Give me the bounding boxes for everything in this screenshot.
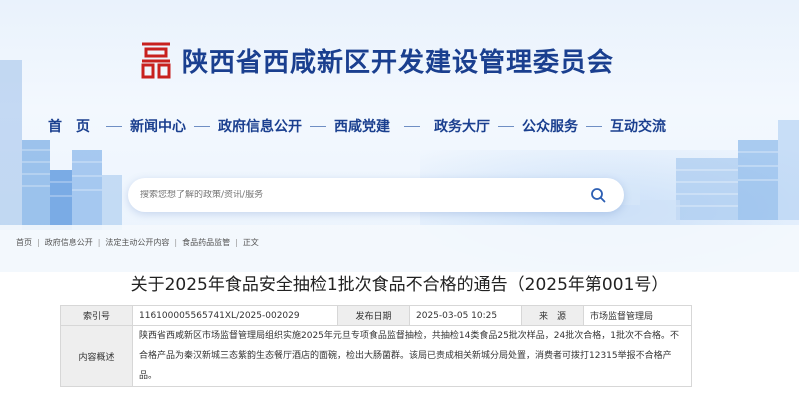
nav-item-news[interactable]: 新闻中心	[130, 116, 186, 136]
breadcrumb-gov-info[interactable]: 政府信息公开	[45, 237, 93, 248]
site-title: 陕西省西咸新区开发建设管理委员会	[182, 47, 615, 78]
source-value: 市场监督管理局	[583, 305, 692, 326]
breadcrumb-current: 正文	[242, 238, 259, 247]
index-label: 索引号	[60, 305, 133, 326]
table-row: 内容概述 陕西省西咸新区市场监督管理局组织实施2025年元旦专项食品监督抽检，共…	[60, 325, 692, 387]
nav-divider	[586, 125, 602, 127]
header-banner: 陕西省西咸新区开发建设管理委员会 首 页 新闻中心 政府信息公开 西咸党建 政务…	[0, 0, 799, 272]
nav-item-interaction[interactable]: 互动交流	[610, 116, 666, 136]
search-icon[interactable]	[590, 187, 606, 203]
breadcrumb-home[interactable]: 首页	[16, 237, 32, 248]
breadcrumb-separator: |	[37, 238, 40, 247]
source-label: 来 源	[521, 305, 584, 326]
nav-item-public-service[interactable]: 公众服务	[522, 116, 578, 136]
main-navigation: 首 页 新闻中心 政府信息公开 西咸党建 政务大厅 公众服务 互动交流	[38, 112, 738, 140]
nav-item-gov-info[interactable]: 政府信息公开	[218, 116, 302, 136]
breadcrumb-separator: |	[97, 238, 101, 247]
article-meta-table: 索引号 116100005565741XL/2025-002029 发布日期 2…	[60, 305, 692, 387]
nav-divider	[498, 125, 514, 127]
site-header: 陕西省西咸新区开发建设管理委员会	[138, 38, 614, 82]
table-row: 索引号 116100005565741XL/2025-002029 发布日期 2…	[60, 305, 692, 326]
breadcrumb-separator: |	[174, 238, 178, 247]
nav-divider	[310, 125, 326, 127]
nav-item-service-hall[interactable]: 政务大厅	[434, 116, 490, 136]
breadcrumb-separator: |	[235, 238, 238, 247]
summary-value: 陕西省西咸新区市场监督管理局组织实施2025年元旦专项食品监督抽检，共抽检14类…	[132, 325, 692, 387]
article-title: 关于2025年食品安全抽检1批次食品不合格的通告（2025年第001号）	[130, 275, 669, 295]
search-input[interactable]	[140, 190, 580, 200]
breadcrumb: 首页 | 政府信息公开 | 法定主动公开内容 | 食品药品监管 | 正文	[16, 237, 259, 248]
nav-divider	[106, 125, 122, 127]
xixian-logo-icon[interactable]	[138, 40, 174, 80]
breadcrumb-statutory[interactable]: 法定主动公开内容	[105, 237, 169, 248]
breadcrumb-food-drug[interactable]: 食品药品监管	[182, 237, 230, 248]
summary-label: 内容概述	[60, 325, 133, 387]
nav-divider	[194, 125, 210, 127]
search-bar	[128, 178, 624, 212]
nav-item-party[interactable]: 西咸党建	[334, 116, 390, 136]
date-label: 发布日期	[337, 305, 410, 326]
nav-item-home[interactable]: 首 页	[48, 116, 90, 136]
nav-divider	[404, 125, 420, 127]
date-value: 2025-03-05 10:25	[409, 305, 522, 326]
index-value: 116100005565741XL/2025-002029	[132, 305, 338, 326]
